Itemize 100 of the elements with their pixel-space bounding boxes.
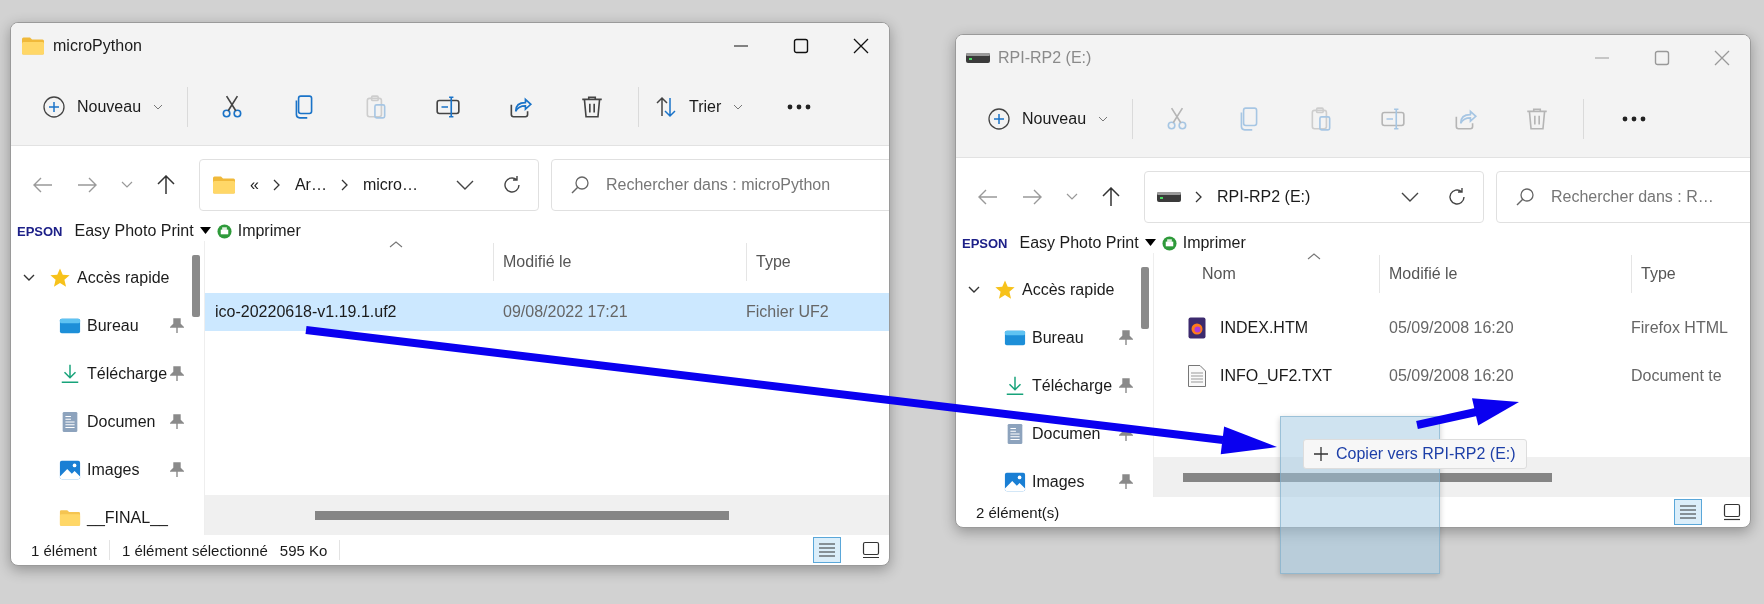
tiles-icon (862, 541, 880, 559)
nav-label: Documen (87, 413, 156, 431)
nav-item[interactable]: Télécharge (956, 362, 1137, 410)
up-icon[interactable] (157, 175, 175, 195)
window-title: RPI-RP2 (E:) (998, 48, 1092, 67)
nav-label: Bureau (1032, 329, 1084, 347)
folder-icon (59, 507, 81, 529)
window-title: microPython (53, 36, 142, 55)
modified-date: 05/09/2008 16:20 (1389, 367, 1514, 385)
file-type: Document te (1631, 367, 1722, 385)
nav-item[interactable]: Bureau (956, 314, 1137, 362)
nav-label: Images (87, 461, 140, 479)
back-icon[interactable] (33, 177, 53, 193)
nav-item[interactable]: Télécharge (11, 350, 188, 398)
refresh-icon[interactable] (1447, 187, 1467, 207)
dropdown-icon[interactable] (1144, 239, 1156, 247)
search-field[interactable]: Rechercher dans : R… (1496, 171, 1750, 223)
dropdown-icon[interactable] (199, 227, 211, 235)
address-bar[interactable]: « Ar… micro… (199, 159, 539, 211)
breadcrumb[interactable]: RPI-RP2 (E:) (1217, 188, 1311, 206)
scrollbar-thumb[interactable] (1183, 472, 1552, 482)
item-count: 1 élément (31, 541, 97, 559)
nav-label: __FINAL__ (87, 509, 168, 527)
search-icon (1515, 187, 1535, 207)
overflow-crumb[interactable]: « (250, 176, 259, 194)
printer-icon (216, 223, 232, 239)
nav-item[interactable]: Bureau (11, 302, 188, 350)
new-button[interactable]: Nouveau (984, 101, 1113, 136)
scrollbar-thumb[interactable] (192, 255, 200, 317)
dropdown-icon[interactable] (1401, 192, 1419, 202)
nav-label: Images (1032, 473, 1085, 491)
rename-icon[interactable] (435, 93, 462, 120)
column-header[interactable]: Type (756, 253, 791, 271)
more-icon[interactable] (787, 103, 812, 110)
chevron-icon (340, 179, 349, 191)
details-view-button[interactable] (813, 537, 841, 563)
forward-icon[interactable] (77, 177, 97, 193)
drive-icon (1157, 192, 1181, 202)
recent-icon[interactable] (121, 181, 133, 189)
print-button[interactable]: Imprimer (237, 222, 301, 240)
breadcrumb[interactable]: Ar… (294, 176, 327, 194)
more-icon[interactable] (1622, 115, 1647, 122)
scrollbar-thumb[interactable] (1141, 267, 1149, 329)
file-name: INDEX.HTM (1220, 319, 1308, 337)
file-row[interactable]: ico-20220618-v1.19.1.uf2 09/08/2022 17:21 Fichier UF2 (205, 293, 889, 331)
chevron-icon (1195, 191, 1203, 203)
drive-icon (966, 52, 990, 63)
column-header[interactable]: Nom (1154, 265, 1236, 283)
add-icon (43, 95, 65, 118)
caret-icon (153, 103, 164, 110)
maximize-icon[interactable] (793, 37, 809, 54)
selection-info: 1 élément sélectionné (121, 541, 268, 559)
new-button[interactable]: Nouveau (39, 89, 168, 124)
recent-icon[interactable] (1066, 193, 1078, 201)
refresh-icon[interactable] (502, 175, 522, 195)
nav-item[interactable]: Images (11, 446, 188, 494)
breadcrumb[interactable]: micro… (362, 176, 418, 194)
column-header[interactable]: Modifié le (503, 253, 572, 271)
sort-caret-icon (1306, 253, 1321, 260)
sort-icon (655, 95, 678, 118)
search-icon (570, 175, 590, 195)
modified-date: 09/08/2022 17:21 (503, 303, 628, 321)
download-icon (1004, 375, 1026, 397)
nav-item[interactable]: Images (956, 458, 1137, 497)
nav-label: Télécharge (87, 365, 168, 383)
file-row[interactable]: INDEX.HTM 05/09/2008 16:20 Firefox HTML (1154, 305, 1750, 351)
details-view-button[interactable] (1674, 499, 1702, 525)
print-button[interactable]: Imprimer (1182, 234, 1246, 252)
scrollbar-thumb[interactable] (315, 510, 729, 520)
tiles-icon (1723, 503, 1741, 521)
close-icon[interactable] (853, 37, 869, 54)
star-icon (49, 267, 71, 289)
chevron-icon (272, 179, 281, 191)
back-icon[interactable] (978, 189, 998, 205)
easy-photo-print-button[interactable]: Easy Photo Print (74, 222, 194, 240)
forward-icon[interactable] (1022, 189, 1042, 205)
address-bar[interactable]: RPI-RP2 (E:) (1144, 171, 1484, 223)
search-field[interactable]: Rechercher dans : microPython (551, 159, 889, 211)
column-header[interactable]: Type (1641, 265, 1676, 283)
easy-photo-print-button[interactable]: Easy Photo Print (1019, 234, 1139, 252)
nav-item[interactable]: __FINAL__ (11, 494, 188, 535)
epson-logo: EPSON (962, 235, 1008, 251)
html-file-icon (1188, 317, 1206, 339)
sort-button[interactable]: Trier (651, 89, 748, 124)
plus-icon (1314, 447, 1328, 461)
list-icon (818, 541, 836, 559)
file-name: INFO_UF2.TXT (1220, 367, 1332, 385)
caret-icon (1098, 115, 1109, 122)
dropdown-icon[interactable] (456, 180, 474, 190)
column-header[interactable]: Modifié le (1389, 265, 1458, 283)
chevron-icon[interactable] (968, 286, 980, 294)
nav-item[interactable]: Documen (956, 410, 1137, 458)
image-icon (59, 459, 81, 481)
file-row[interactable]: INFO_UF2.TXT 05/09/2008 16:20 Document te (1154, 353, 1750, 399)
up-icon[interactable] (1102, 187, 1120, 207)
nav-item[interactable]: Accès rapide (956, 266, 1137, 314)
nav-item[interactable]: Accès rapide (11, 254, 188, 302)
nav-label: Télécharge (1032, 377, 1113, 395)
nav-item[interactable]: Documen (11, 398, 188, 446)
chevron-icon[interactable] (23, 274, 35, 282)
